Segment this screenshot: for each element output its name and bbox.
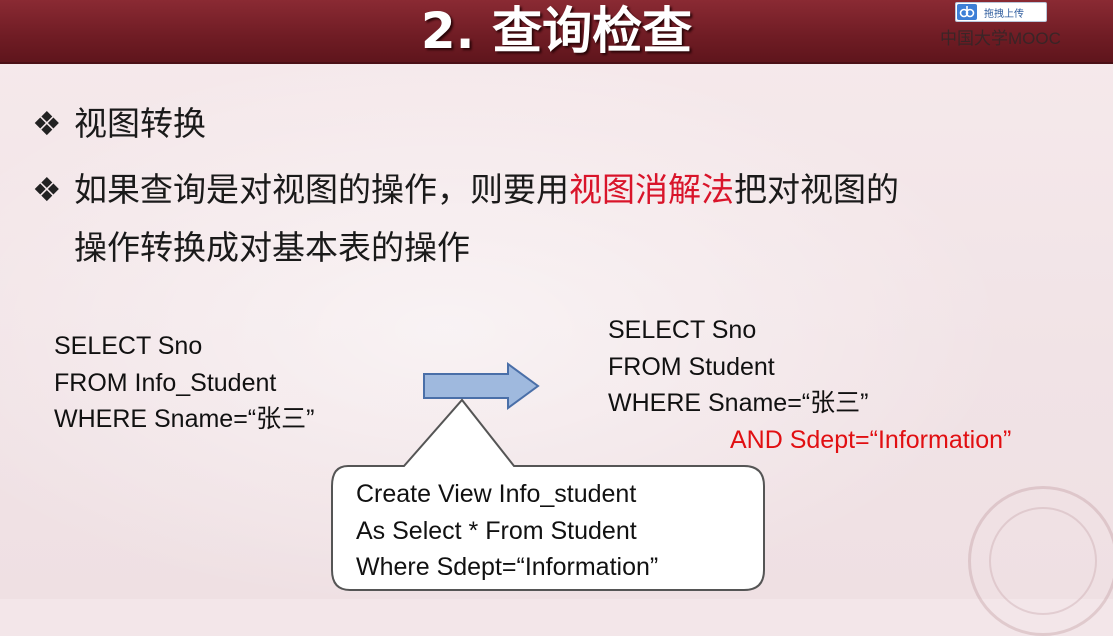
bullet-text: 视图转换: [74, 104, 206, 143]
query-line: FROM Info_Student: [54, 368, 277, 397]
view-definition: Create View Info_student As Select * Fro…: [356, 476, 658, 586]
bullet-view-conversion: ❖ 视图转换: [32, 100, 1092, 148]
query-line: WHERE Sname=“张三”: [54, 405, 315, 433]
drag-upload-button[interactable]: 拖拽上传: [955, 2, 1047, 22]
view-line: As Select * From Student: [356, 516, 637, 545]
original-query: SELECT Sno FROM Info_Student WHERE Sname…: [54, 328, 314, 438]
resolved-query: SELECT Sno FROM Student WHERE Sname=“张三”…: [608, 312, 1011, 458]
query-line: FROM Student: [608, 352, 775, 381]
mooc-watermark: 中国大学MOOC: [940, 29, 1061, 48]
view-line: Where Sdept=“Information”: [356, 553, 659, 581]
bullet-text-before: 如果查询是对视图的操作，则要用: [74, 170, 569, 209]
diamond-bullet-icon: ❖: [32, 170, 62, 209]
added-condition: AND Sdept=“Information”: [730, 425, 1012, 454]
highlight-view-resolution: 视图消解法: [569, 170, 734, 209]
bullet-continuation: 操作转换成对基本表的操作: [74, 228, 470, 267]
query-line: SELECT Sno: [54, 332, 203, 360]
bullet-view-resolution: ❖ 如果查询是对视图的操作，则要用视图消解法把对视图的: [32, 166, 1092, 214]
view-line: Create View Info_student: [356, 480, 637, 508]
upload-button-label: 拖拽上传: [984, 8, 1024, 20]
bullet-text-after: 把对视图的: [734, 170, 899, 209]
university-seal-icon: [968, 486, 1113, 636]
cloud-upload-icon: [956, 3, 978, 21]
query-line: WHERE Sname=“张三”: [608, 389, 869, 417]
query-line: SELECT Sno: [608, 316, 757, 344]
diamond-bullet-icon: ❖: [32, 104, 62, 143]
